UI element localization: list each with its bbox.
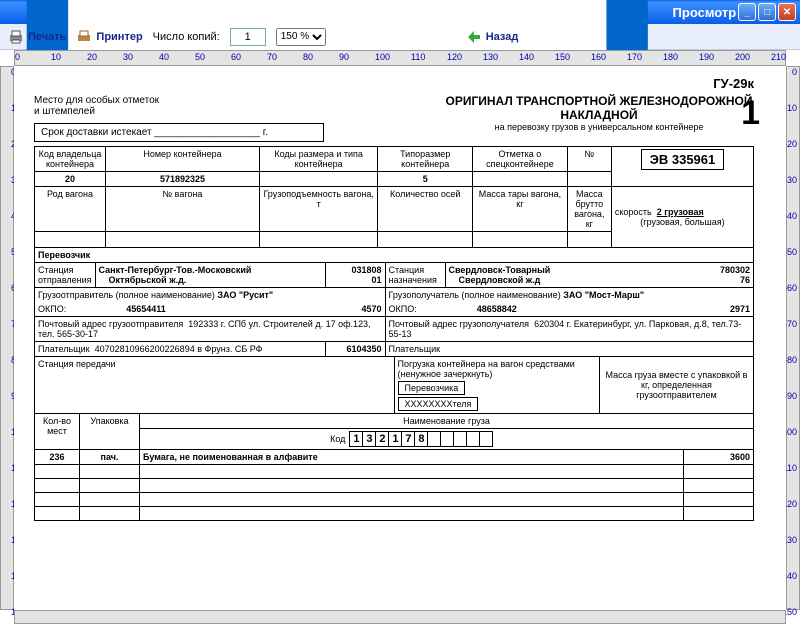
back-icon [466, 29, 482, 45]
waybill-number: ЭВ 335961 [641, 149, 725, 170]
form-header: ОРИГИНАЛ ТРАНСПОРТНОЙ ЖЕЛЕЗНОДОРОЖНОЙ НА… [444, 94, 754, 132]
document-page: ГУ-29к Место для особых отметок и штемпе… [34, 76, 754, 521]
zoom-select[interactable]: 150 % [276, 28, 326, 46]
maximize-button[interactable]: □ [758, 3, 776, 21]
back-button[interactable]: Назад [466, 29, 519, 45]
window-title: Просмотр [673, 5, 737, 20]
header-title: ОРИГИНАЛ ТРАНСПОРТНОЙ ЖЕЛЕЗНОДОРОЖНОЙ НА… [444, 94, 754, 122]
copies-label: Число копий: [153, 31, 220, 43]
titlebar: Просмотр _ □ ✕ [0, 0, 800, 24]
close-button[interactable]: ✕ [778, 3, 796, 21]
ruler-vertical-left: 0102030405060708090100110120130140150 [0, 66, 14, 610]
cargo-code: 132178 [350, 431, 493, 447]
back-label: Назад [486, 31, 519, 43]
ruler-horizontal: 0102030405060708090100110120130140150160… [14, 50, 786, 66]
container-table: Код владельца контейнера Номер контейнер… [34, 146, 754, 248]
copies-input[interactable] [230, 28, 266, 46]
form-code: ГУ-29к [34, 76, 754, 91]
printer-button[interactable]: Принтер [76, 29, 142, 45]
form-number-1: 1 [741, 94, 760, 133]
print-button[interactable]: Печать [8, 29, 66, 45]
print-label: Печать [28, 31, 66, 43]
delivery-deadline: Срок доставки истекает _________________… [34, 123, 324, 142]
header-subtitle: на перевозку грузов в универсальном конт… [444, 122, 754, 132]
carrier-table: Перевозчик Станция отправления Санкт-Пет… [34, 247, 754, 357]
printer-icon [76, 29, 92, 45]
preview-canvas[interactable]: ГУ-29к Место для особых отметок и штемпе… [14, 66, 786, 610]
minimize-button[interactable]: _ [738, 3, 756, 21]
ruler-vertical-right: 0-10-20-30-40-50-60-70-80-90-100-110-120… [786, 66, 800, 610]
cargo-table: Кол-во мест Упаковка Наименование груза … [34, 413, 754, 521]
transfer-table: Станция передачи Погрузка контейнера на … [34, 356, 754, 414]
scrollbar-horizontal[interactable] [14, 610, 786, 624]
print-icon [8, 29, 24, 45]
printer-label: Принтер [96, 31, 142, 43]
